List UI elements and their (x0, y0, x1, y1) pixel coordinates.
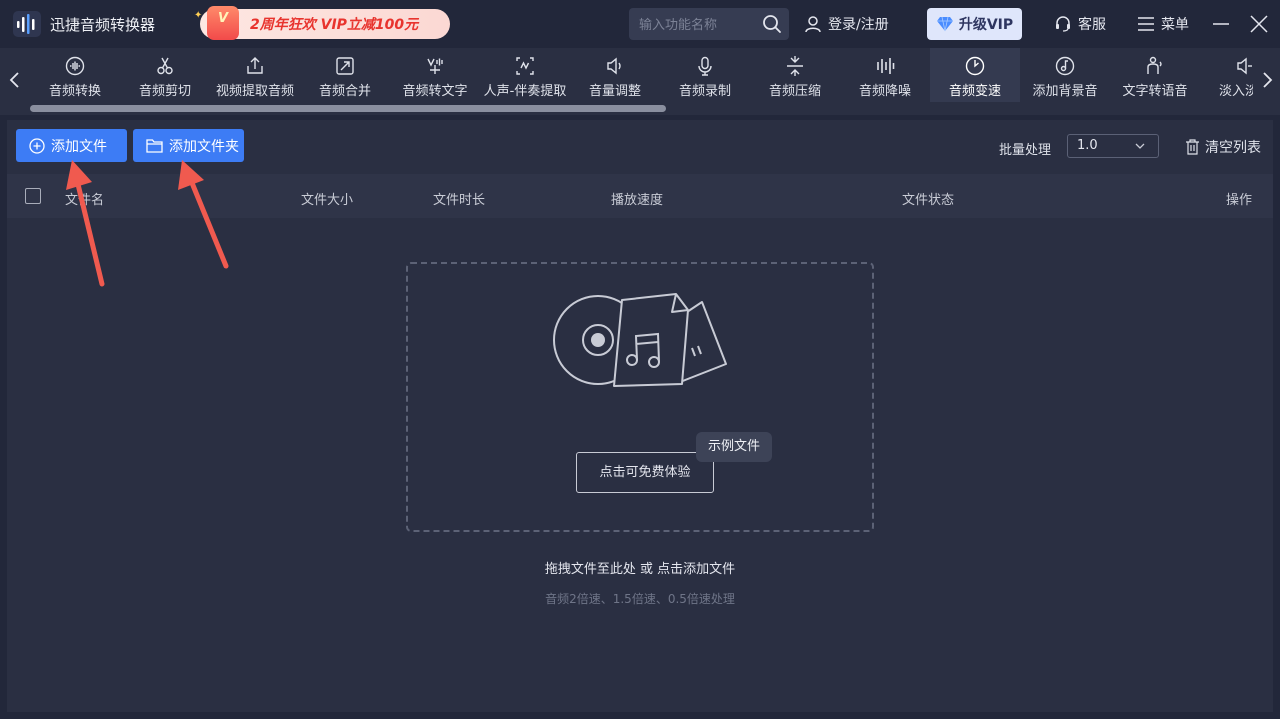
scissors-icon (157, 57, 173, 75)
tool-label: 音频转文字 (402, 84, 468, 99)
tool-audio-cut[interactable]: 音频剪切 (120, 48, 210, 102)
search-box[interactable] (629, 8, 789, 40)
tool-label: 音量调整 (588, 84, 641, 99)
app-logo-icon (13, 11, 41, 37)
tool-audio-to-text[interactable]: 音频转文字 (390, 48, 480, 102)
tool-volume-adjust[interactable]: 音量调整 (570, 48, 660, 102)
select-all-checkbox[interactable] (25, 188, 41, 204)
column-play-speed: 播放速度 (611, 193, 664, 208)
tool-label: 人声-伴奏提取 (483, 84, 567, 99)
drop-hint: 拖拽文件至此处 或 点击添加文件 (544, 562, 736, 577)
audio-files-illustration-icon (553, 293, 727, 387)
vip-label: 升级VIP (958, 17, 1014, 33)
tool-label: 淡入淡出 (1218, 84, 1253, 99)
column-file-name: 文件名 (65, 193, 105, 208)
tool-audio-compress[interactable]: 音频压缩 (750, 48, 840, 102)
login-label: 登录/注册 (828, 17, 889, 33)
tool-video-extract[interactable]: 视频提取音频 (210, 48, 300, 102)
service-button[interactable]: 客服 (1054, 14, 1106, 34)
tool-audio-convert[interactable]: 音频转换 (30, 48, 120, 102)
tool-label: 音频压缩 (768, 84, 821, 99)
column-file-duration: 文件时长 (433, 193, 486, 208)
add-file-button[interactable]: 添加文件 (16, 129, 127, 162)
tool-label: 音频录制 (678, 84, 731, 99)
tool-label: 视频提取音频 (215, 84, 294, 99)
clear-list-button[interactable]: 清空列表 (1185, 137, 1261, 157)
minimize-icon[interactable] (1211, 14, 1231, 34)
waveform-circle-icon (65, 56, 85, 76)
tool-label: 音频转换 (48, 84, 101, 99)
sample-file-tag[interactable]: 示例文件 (696, 432, 772, 462)
tool-text-to-speech[interactable]: 文字转语音 (1110, 48, 1200, 102)
microphone-icon (698, 56, 712, 76)
tool-voice-split[interactable]: 人声-伴奏提取 (480, 48, 570, 102)
hamburger-menu-icon (1138, 17, 1154, 31)
promo-banner[interactable]: V 2周年狂欢 VIP立减100元 (200, 6, 450, 40)
search-icon[interactable] (762, 14, 782, 34)
title-bar: 迅捷音频转换器 ✦ V 2周年狂欢 VIP立减100元 登录/注册 升级VIP (0, 0, 1280, 48)
tool-label: 音频降噪 (858, 84, 911, 99)
text-to-speech-icon (1147, 56, 1162, 74)
fade-icon (1237, 57, 1252, 75)
feature-hint: 音频2倍速、1.5倍速、0.5倍速处理 (545, 592, 735, 606)
batch-speed-value: 1.0 (1077, 138, 1098, 153)
chevron-down-icon (1135, 143, 1145, 149)
tool-label: 音频合并 (318, 84, 371, 99)
speed-gauge-icon (965, 56, 985, 76)
column-file-status: 文件状态 (902, 193, 955, 208)
tool-audio-speed[interactable]: 音频变速 (930, 48, 1020, 102)
chevron-left-icon[interactable] (7, 70, 23, 90)
diamond-icon (936, 16, 953, 32)
service-label: 客服 (1078, 17, 1106, 33)
menu-label: 菜单 (1161, 17, 1189, 33)
drop-zone[interactable]: 点击可免费体验 示例文件 (406, 262, 874, 532)
upgrade-vip-button[interactable]: 升级VIP (927, 8, 1022, 40)
music-note-circle-icon (1055, 56, 1075, 76)
equalizer-bars-icon (877, 58, 895, 74)
batch-label: 批量处理 (999, 143, 1052, 158)
tool-strip: 音频转换 音频剪切 视频提取音频 音频合并 音频转文字 人声-伴奏提取 音量调整 (0, 48, 1280, 115)
menu-button[interactable]: 菜单 (1137, 14, 1189, 34)
clear-list-label: 清空列表 (1205, 140, 1261, 156)
add-file-label: 添加文件 (51, 138, 107, 155)
upload-box-icon (247, 57, 263, 74)
vip-badge-icon: V (207, 6, 239, 40)
batch-speed-select[interactable]: 1.0 (1067, 134, 1159, 158)
column-file-size: 文件大小 (301, 193, 354, 208)
audio-to-text-icon (427, 58, 443, 74)
headset-icon (1056, 16, 1070, 32)
trash-icon (1186, 139, 1199, 155)
table-header: 文件名 文件大小 文件时长 播放速度 文件状态 操作 (7, 174, 1273, 218)
search-input[interactable] (639, 13, 757, 35)
tool-audio-record[interactable]: 音频录制 (660, 48, 750, 102)
folder-icon (146, 139, 163, 153)
plus-circle-icon (29, 137, 45, 154)
compress-icon (787, 56, 803, 76)
tool-background-music[interactable]: 添加背景音 (1020, 48, 1110, 102)
app-title: 迅捷音频转换器 (50, 16, 156, 34)
column-actions: 操作 (1226, 193, 1253, 208)
tool-audio-merge[interactable]: 音频合并 (300, 48, 390, 102)
free-trial-button[interactable]: 点击可免费体验 (576, 452, 714, 493)
tool-list: 音频转换 音频剪切 视频提取音频 音频合并 音频转文字 人声-伴奏提取 音量调整 (30, 48, 1253, 104)
tool-label: 添加背景音 (1032, 84, 1098, 99)
tool-fade[interactable]: 淡入淡出 (1200, 48, 1253, 102)
main-panel: 添加文件 添加文件夹 批量处理 1.0 清空列表 文件名 文件大小 文件时长 播… (7, 120, 1273, 712)
tool-label: 文字转语音 (1122, 84, 1188, 99)
close-icon[interactable] (1249, 14, 1269, 34)
login-button[interactable]: 登录/注册 (804, 14, 889, 34)
add-folder-label: 添加文件夹 (169, 138, 239, 155)
speaker-icon (607, 57, 621, 75)
user-icon (805, 16, 821, 33)
add-folder-button[interactable]: 添加文件夹 (133, 129, 244, 162)
promo-text: 2周年狂欢 VIP立减100元 (250, 17, 419, 33)
voice-split-icon (516, 57, 534, 75)
merge-arrows-icon (336, 57, 354, 75)
tool-strip-scrollbar[interactable] (30, 105, 666, 112)
tool-label: 音频剪切 (138, 84, 191, 99)
chevron-right-icon[interactable] (1259, 70, 1275, 90)
tool-label: 音频变速 (948, 84, 1001, 99)
tool-noise-reduce[interactable]: 音频降噪 (840, 48, 930, 102)
